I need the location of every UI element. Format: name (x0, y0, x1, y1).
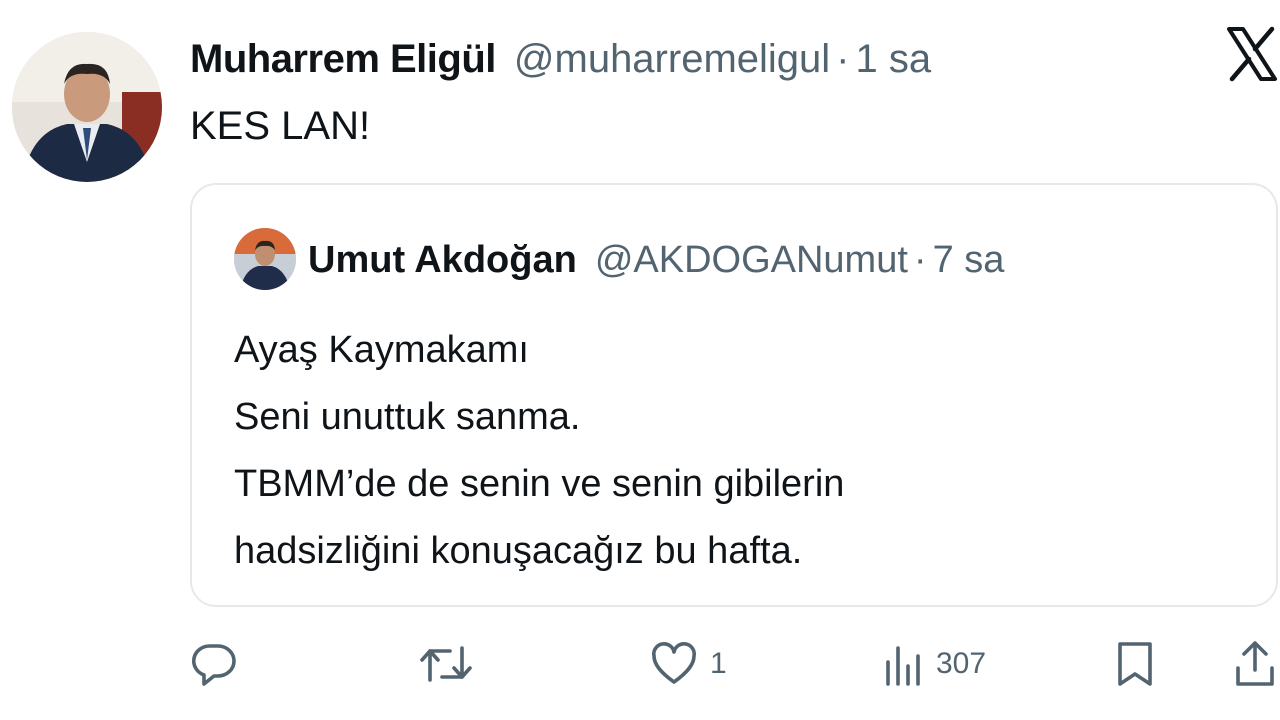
quoted-time[interactable]: 7 sa (933, 239, 1005, 282)
bookmark-icon (1118, 642, 1152, 686)
quoted-author-handle[interactable]: @AKDOGANumut (595, 239, 908, 282)
x-logo-icon (1226, 26, 1278, 82)
quoted-tweet[interactable]: Umut Akdoğan @AKDOGANumut · 7 sa Ayaş Ka… (190, 183, 1278, 607)
quoted-text: Ayaş Kaymakamı Seni unuttuk sanma. TBMM’… (234, 317, 844, 585)
like-count: 1 (710, 647, 727, 680)
separator: · (836, 36, 850, 81)
views-icon (886, 646, 920, 686)
like-button[interactable]: 1 (650, 636, 727, 692)
tweet-time[interactable]: 1 sa (856, 37, 932, 82)
heart-icon (652, 642, 696, 684)
bookmark-button[interactable] (1114, 636, 1156, 692)
tweet-text: KES LAN! (190, 104, 371, 148)
quoted-line: TBMM’de de senin ve senin gibilerin (234, 463, 845, 505)
reply-button[interactable] (190, 636, 238, 692)
author-name[interactable]: Muharrem Eligül (190, 37, 496, 82)
quoted-author-avatar[interactable] (234, 228, 296, 290)
views-count: 307 (936, 647, 987, 680)
quoted-line: hadsizliğini konuşacağız bu hafta. (234, 530, 803, 572)
share-icon (1236, 641, 1274, 686)
action-bar: 1 307 (0, 636, 1280, 692)
quoted-line: Seni unuttuk sanma. (234, 396, 581, 438)
quoted-line: Ayaş Kaymakamı (234, 329, 529, 371)
author-handle[interactable]: @muharremeligul (514, 37, 830, 82)
retweet-icon (420, 646, 472, 682)
profile-photo (12, 32, 162, 182)
reply-icon (191, 644, 236, 686)
quoted-author-name[interactable]: Umut Akdoğan (308, 239, 577, 282)
retweet-button[interactable] (418, 636, 474, 692)
views-button[interactable]: 307 (884, 636, 986, 692)
quoted-profile-photo (234, 228, 296, 290)
share-button[interactable] (1234, 636, 1276, 692)
quoted-separator: · (913, 238, 927, 281)
quoted-header: Umut Akdoğan @AKDOGANumut · 7 sa (308, 237, 1004, 283)
author-avatar[interactable] (12, 32, 162, 182)
tweet-header: Muharrem Eligül @muharremeligul · 1 sa (190, 36, 931, 82)
